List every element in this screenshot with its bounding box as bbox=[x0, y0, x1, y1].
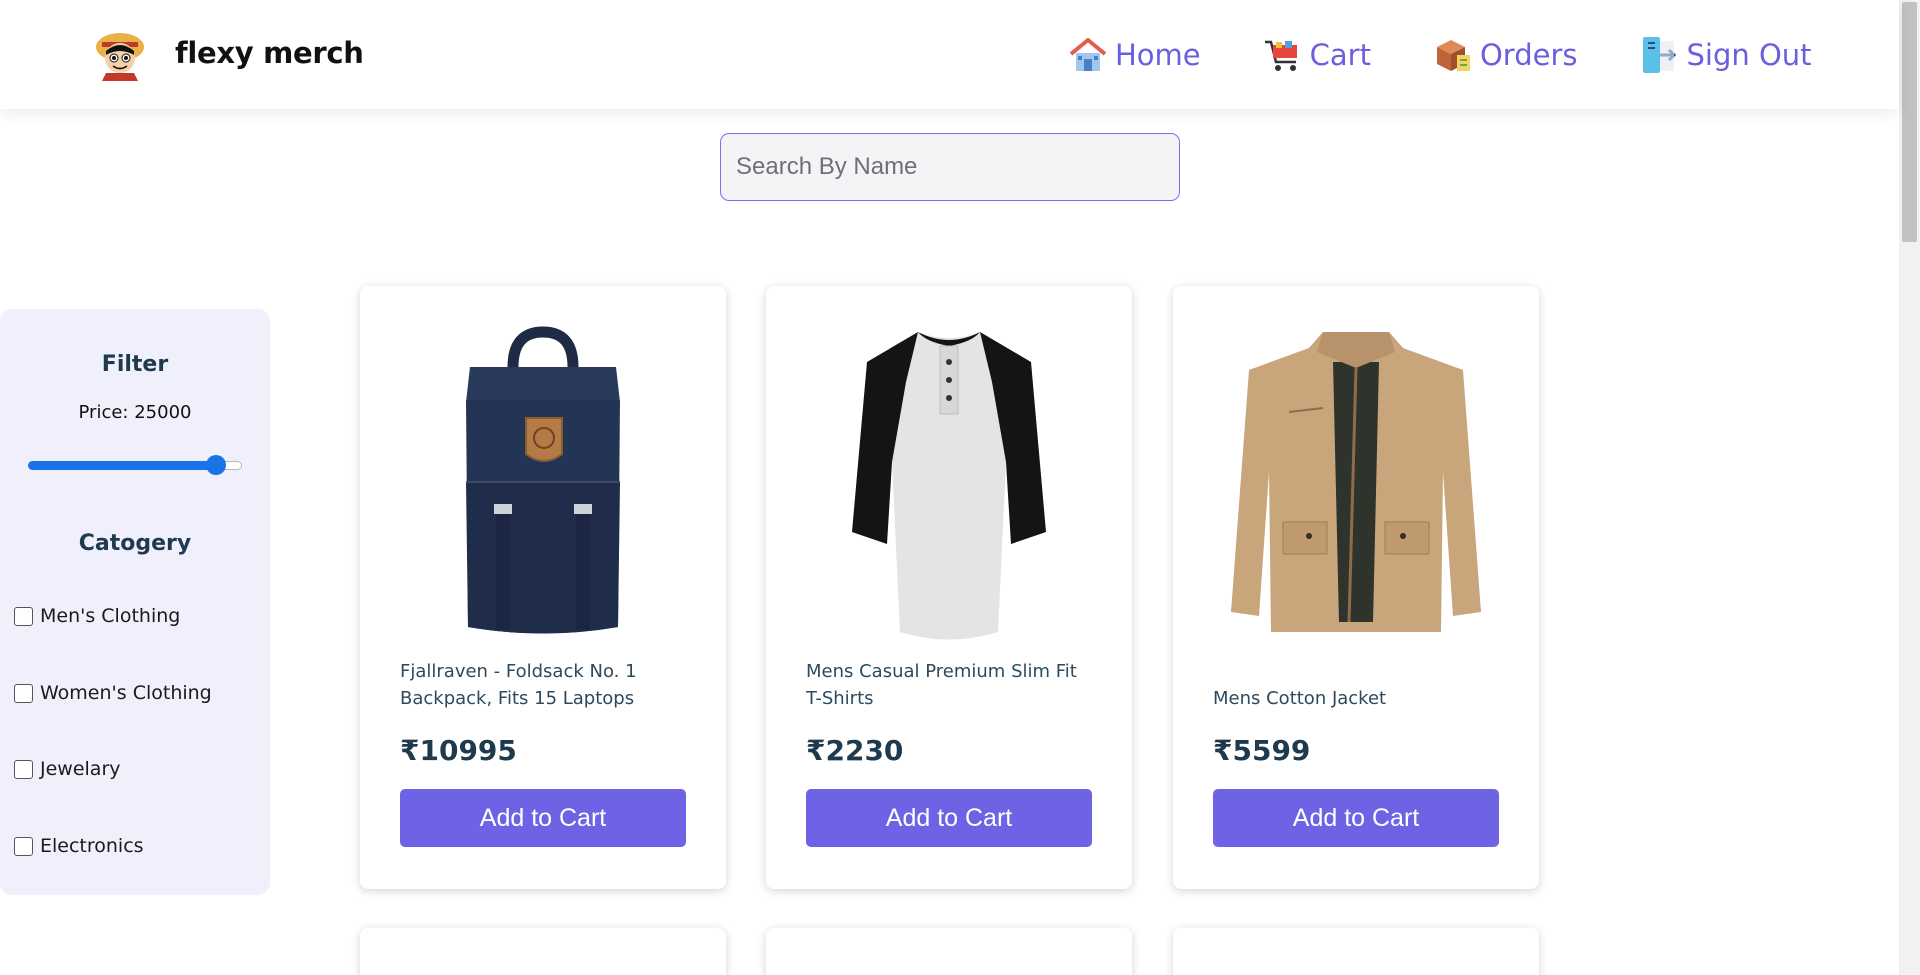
product-card-partial[interactable] bbox=[766, 928, 1132, 975]
product-card[interactable]: Mens Cotton Jacket ₹5599 Add to Cart bbox=[1173, 286, 1539, 889]
nav-orders[interactable]: Orders bbox=[1433, 35, 1578, 75]
top-navbar: flexy merch Home Cart Orders Sign Out bbox=[0, 0, 1899, 109]
raglan-tshirt-image bbox=[852, 332, 1046, 640]
filter-sidebar: Filter Price: 25000 Catogery Men's Cloth… bbox=[0, 309, 270, 895]
product-card[interactable]: Mens Casual Premium Slim Fit T-Shirts ₹2… bbox=[766, 286, 1132, 889]
page-scrollbar[interactable] bbox=[1899, 0, 1920, 975]
checkbox[interactable] bbox=[14, 606, 33, 626]
price-label: Price: 25000 bbox=[78, 402, 192, 423]
product-price: ₹10995 bbox=[400, 734, 517, 767]
product-title[interactable]: Mens Cotton Jacket bbox=[1213, 685, 1503, 712]
add-to-cart-button[interactable]: Add to Cart bbox=[806, 789, 1092, 847]
category-label: Electronics bbox=[40, 835, 144, 857]
checkbox[interactable] bbox=[14, 683, 33, 703]
category-label: Jewelary bbox=[40, 758, 121, 780]
category-mens-clothing[interactable]: Men's Clothing bbox=[14, 605, 180, 627]
cart-icon bbox=[1264, 40, 1297, 71]
category-label: Men's Clothing bbox=[40, 605, 181, 627]
jacket-image bbox=[1231, 332, 1481, 632]
checkbox[interactable] bbox=[14, 759, 33, 779]
house-icon bbox=[1069, 38, 1107, 71]
nav-home-label: Home bbox=[1115, 38, 1201, 72]
add-to-cart-button[interactable]: Add to Cart bbox=[1213, 789, 1499, 847]
nav-orders-label: Orders bbox=[1479, 38, 1578, 72]
nav-links: Home Cart Orders Sign Out bbox=[1068, 30, 1812, 80]
add-to-cart-button[interactable]: Add to Cart bbox=[400, 789, 686, 847]
backpack-image bbox=[466, 326, 620, 634]
brand[interactable]: flexy merch bbox=[94, 25, 364, 81]
checkbox[interactable] bbox=[14, 836, 33, 856]
luffy-avatar-icon bbox=[96, 33, 144, 81]
category-jewelary[interactable]: Jewelary bbox=[14, 758, 121, 780]
product-price: ₹5599 bbox=[1213, 734, 1311, 767]
nav-home[interactable]: Home bbox=[1068, 35, 1201, 75]
product-price: ₹2230 bbox=[806, 734, 904, 767]
sign-out-icon bbox=[1642, 37, 1676, 73]
nav-cart[interactable]: Cart bbox=[1263, 35, 1371, 75]
category-electronics[interactable]: Electronics bbox=[14, 835, 144, 857]
product-title[interactable]: Fjallraven - Foldsack No. 1 Backpack, Fi… bbox=[400, 658, 690, 712]
package-icon bbox=[1436, 40, 1470, 71]
product-title[interactable]: Mens Casual Premium Slim Fit T-Shirts bbox=[806, 658, 1096, 712]
scroll-thumb[interactable] bbox=[1902, 2, 1917, 242]
nav-cart-label: Cart bbox=[1309, 38, 1371, 72]
brand-name: flexy merch bbox=[175, 36, 364, 70]
filter-title: Filter bbox=[101, 352, 169, 377]
nav-sign-out[interactable]: Sign Out bbox=[1640, 35, 1812, 75]
category-womens-clothing[interactable]: Women's Clothing bbox=[14, 682, 212, 704]
product-card-partial[interactable] bbox=[360, 928, 726, 975]
slider-thumb[interactable] bbox=[206, 455, 227, 475]
nav-sign-out-label: Sign Out bbox=[1686, 38, 1812, 72]
product-card[interactable]: Fjallraven - Foldsack No. 1 Backpack, Fi… bbox=[360, 286, 726, 889]
category-label: Women's Clothing bbox=[40, 682, 212, 704]
price-slider[interactable] bbox=[28, 455, 242, 475]
product-card-partial[interactable] bbox=[1173, 928, 1539, 975]
search-input[interactable] bbox=[720, 133, 1180, 201]
category-title: Catogery bbox=[78, 531, 192, 556]
slider-fill bbox=[28, 461, 217, 470]
